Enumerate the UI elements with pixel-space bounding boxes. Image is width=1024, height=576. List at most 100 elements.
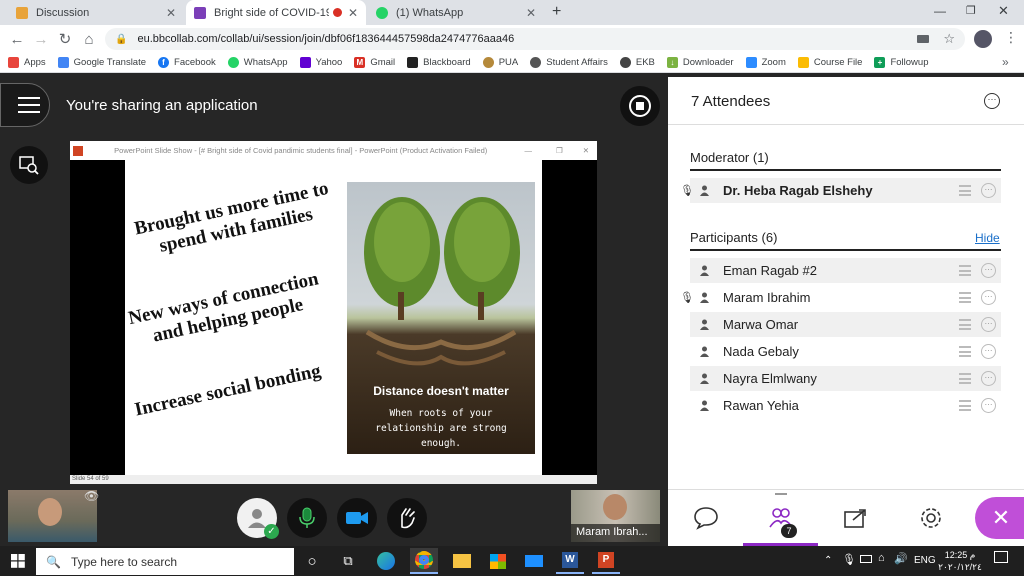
close-window-button[interactable]: ✕ — [998, 3, 1009, 19]
edge-icon — [377, 552, 395, 570]
bookmark-pua[interactable]: PUA — [482, 57, 518, 68]
forward-button[interactable]: → — [30, 28, 52, 50]
task-view-button[interactable]: ⧉ — [334, 548, 362, 574]
avatar-status-button[interactable]: ✓ — [237, 498, 279, 539]
list-icon[interactable] — [959, 400, 971, 411]
bookmark-gmail[interactable]: M Gmail — [354, 57, 395, 68]
tab-attendees[interactable]: 7 — [743, 490, 818, 546]
word-app[interactable]: W — [556, 548, 584, 574]
bookmark-zoom[interactable]: Zoom — [745, 57, 786, 68]
close-icon[interactable]: ✕ — [166, 6, 176, 20]
taskbar-search[interactable]: 🔍 Type here to search — [36, 548, 294, 575]
bookmark-downloader[interactable]: ↓ Downloader — [666, 57, 734, 68]
bookmark-facebook[interactable]: f Facebook — [158, 57, 216, 68]
close-panel-button[interactable]: ✕ — [975, 497, 1024, 539]
tab-chat[interactable] — [668, 490, 743, 546]
tray-microphone-icon[interactable]: 🎙 — [842, 553, 856, 566]
more-options-icon[interactable]: ··· — [981, 290, 996, 305]
tab-share-content[interactable] — [818, 490, 893, 546]
powerpoint-app[interactable]: P — [592, 548, 620, 574]
participant-row[interactable]: Rawan Yehia ··· — [690, 393, 1001, 418]
profile-avatar[interactable] — [974, 30, 992, 48]
bookmark-apps[interactable]: Apps — [8, 57, 46, 68]
battery-icon[interactable] — [860, 555, 872, 563]
ppt-minimize-button[interactable]: — — [524, 146, 532, 155]
ppt-restore-button[interactable]: ❐ — [556, 146, 563, 155]
browser-menu-icon[interactable]: ⋮ — [1004, 29, 1018, 46]
participant-row[interactable]: Nayra Elmlwany ··· — [690, 366, 1001, 391]
session-menu-button[interactable] — [0, 83, 50, 127]
raise-hand-button[interactable] — [387, 498, 427, 538]
more-options-icon[interactable]: ··· — [981, 183, 996, 198]
bookmark-google-translate[interactable]: Google Translate — [57, 57, 146, 68]
volume-icon[interactable]: 🔊 — [894, 552, 908, 565]
stop-sharing-button[interactable] — [620, 86, 660, 126]
camera-icon[interactable] — [917, 35, 930, 43]
ppt-close-button[interactable]: ✕ — [583, 146, 589, 155]
store-app[interactable] — [484, 548, 512, 574]
network-icon[interactable]: ⌂ — [878, 552, 885, 564]
more-options-icon[interactable]: ··· — [981, 344, 996, 359]
hide-participants-link[interactable]: Hide — [975, 231, 1000, 245]
home-button[interactable]: ⌂ — [78, 28, 100, 50]
microphone-button[interactable] — [287, 498, 327, 538]
person-icon — [700, 185, 709, 196]
bookmark-blackboard[interactable]: Blackboard — [407, 57, 471, 68]
bookmark-whatsapp[interactable]: WhatsApp — [227, 57, 288, 68]
tab-settings[interactable] — [893, 490, 968, 546]
eye-icon[interactable]: 👁 — [84, 489, 99, 503]
tray-chevron-icon[interactable]: ⌃ — [824, 555, 832, 566]
star-icon[interactable]: ☆ — [943, 31, 955, 47]
start-button[interactable] — [4, 548, 32, 574]
list-icon[interactable] — [959, 319, 971, 330]
person-icon — [700, 265, 709, 276]
mail-app[interactable] — [520, 548, 548, 574]
input-language[interactable]: ENG — [914, 555, 936, 566]
user-icon — [248, 509, 266, 528]
back-button[interactable]: ← — [6, 28, 28, 50]
bookmark-ekb[interactable]: EKB — [619, 57, 655, 68]
chrome-app[interactable] — [410, 548, 438, 574]
clock[interactable]: 12:25 م ٢٠٢٠/١٢/٢٤ — [938, 549, 982, 573]
bookmark-course-file[interactable]: Course File — [797, 57, 862, 68]
cortana-button[interactable]: ○ — [298, 548, 326, 574]
more-options-icon[interactable]: ··· — [981, 398, 996, 413]
minimize-button[interactable]: — — [934, 4, 946, 18]
list-icon[interactable] — [959, 265, 971, 276]
close-icon[interactable]: ✕ — [526, 6, 536, 20]
more-options-icon[interactable]: ··· — [981, 371, 996, 386]
zoom-view-button[interactable] — [10, 146, 48, 184]
bookmark-student-affairs[interactable]: Student Affairs — [530, 57, 608, 68]
close-icon[interactable]: ✕ — [348, 6, 358, 20]
camera-button[interactable] — [337, 498, 377, 538]
participant-row[interactable]: Marwa Omar ··· — [690, 312, 1001, 337]
participant-row[interactable]: 🎙 Maram Ibrahim ··· — [680, 285, 1001, 310]
notifications-icon[interactable] — [994, 551, 1008, 563]
participant-row[interactable]: Nada Gebaly ··· — [690, 339, 1001, 364]
more-options-icon[interactable]: ··· — [981, 317, 996, 332]
file-explorer-app[interactable] — [448, 548, 476, 574]
bookmark-yahoo[interactable]: Yahoo — [299, 57, 342, 68]
reload-button[interactable]: ↻ — [54, 28, 76, 50]
new-tab-button[interactable]: + — [552, 3, 561, 21]
bookmark-followup[interactable]: + Followup — [874, 57, 928, 68]
tab-discussion[interactable]: Discussion ✕ — [8, 0, 184, 25]
address-bar[interactable]: 🔒 eu.bbcollab.com/collab/ui/session/join… — [105, 28, 965, 50]
edge-app[interactable] — [372, 548, 400, 574]
whatsapp-icon — [227, 57, 239, 68]
list-icon[interactable] — [959, 346, 971, 357]
restore-button[interactable]: ❐ — [966, 4, 976, 17]
yahoo-icon — [299, 57, 311, 68]
list-icon[interactable] — [959, 373, 971, 384]
more-options-icon[interactable]: ··· — [981, 263, 996, 278]
moderator-row[interactable]: 🎙 Dr. Heba Ragab Elshehy ··· — [680, 178, 1001, 203]
moderator-heading: Moderator (1) — [690, 150, 1001, 171]
tab-collaborate[interactable]: Bright side of COVID-19 pan ✕ — [186, 0, 366, 25]
tab-whatsapp[interactable]: (1) WhatsApp ✕ — [368, 0, 544, 25]
participant-row[interactable]: Eman Ragab #2 ··· — [690, 258, 1001, 283]
remote-video-thumbnail[interactable]: Maram Ibrah... — [571, 490, 660, 542]
more-options-icon[interactable]: ··· — [984, 93, 1000, 109]
list-icon[interactable] — [959, 185, 971, 196]
more-bookmarks-icon[interactable]: » — [1002, 55, 1009, 69]
list-icon[interactable] — [959, 292, 971, 303]
